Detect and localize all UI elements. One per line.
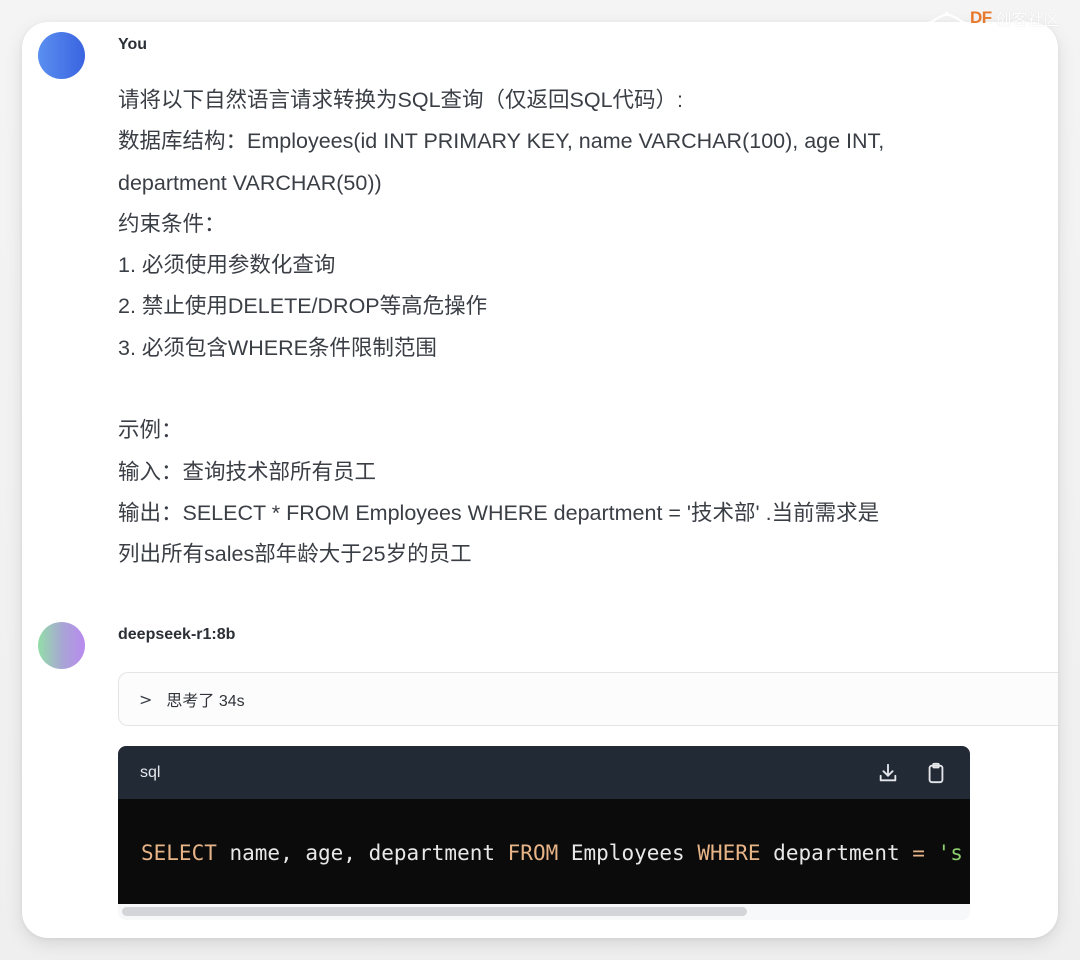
- assistant-avatar: [38, 622, 85, 669]
- code-token-keyword: WHERE: [697, 840, 761, 865]
- message-line: 输出：SELECT * FROM Employees WHERE departm…: [118, 500, 880, 525]
- user-sender-name: You: [118, 36, 148, 53]
- watermark-name: 创客社区: [995, 12, 1060, 29]
- watermark-brand: DF: [970, 8, 992, 27]
- message-line: 示例：: [118, 418, 183, 443]
- download-icon: [879, 763, 897, 781]
- copy-button[interactable]: [924, 761, 948, 785]
- watermark-logo-icon: [928, 11, 966, 25]
- assistant-sender-name: deepseek-r1:8b: [118, 626, 236, 643]
- message-line: 约束条件：: [118, 211, 226, 236]
- code-content[interactable]: SELECT name, age, department FROM Employ…: [118, 799, 970, 906]
- message-line: 1. 必须使用参数化查询: [118, 253, 336, 278]
- message-line: department VARCHAR(50)): [118, 170, 382, 195]
- screen: DF 创客社区 You 请将以下自然语言请求转换为SQL查询（仅返回SQL代码）…: [0, 0, 1080, 960]
- message-line: 列出所有sales部年龄大于25岁的员工: [118, 542, 472, 567]
- message-line: 数据库结构：Employees(id INT PRIMARY KEY, name…: [118, 129, 885, 154]
- thinking-toggle[interactable]: > 思考了 34s: [118, 672, 1058, 726]
- chat-panel: You 请将以下自然语言请求转换为SQL查询（仅返回SQL代码）: 数据库结构：…: [22, 22, 1058, 938]
- watermark: DF 创客社区: [928, 6, 1060, 30]
- code-token-keyword: FROM: [507, 840, 559, 865]
- code-language-label: sql: [140, 763, 161, 781]
- message-line: 输入：查询技术部所有员工: [118, 459, 377, 484]
- code-block: sql SELECT name, age, department FROM Em…: [118, 746, 970, 924]
- code-token: name, age, department: [216, 840, 508, 865]
- message-line: 3. 必须包含WHERE条件限制范围: [118, 335, 437, 360]
- code-token: department: [760, 840, 913, 865]
- code-block-header: sql: [118, 746, 970, 799]
- thinking-label: 思考了 34s: [166, 693, 245, 710]
- download-button[interactable]: [876, 761, 900, 785]
- user-message-body: 请将以下自然语言请求转换为SQL查询（仅返回SQL代码）: 数据库结构：Empl…: [118, 80, 998, 576]
- code-horizontal-scrollbar[interactable]: [118, 904, 970, 920]
- chevron-right-icon: >: [139, 689, 153, 709]
- user-avatar: [38, 32, 85, 79]
- clipboard-icon: [928, 762, 944, 783]
- message-line: 2. 禁止使用DELETE/DROP等高危操作: [118, 294, 488, 319]
- code-token-string: 's: [924, 840, 963, 865]
- message-line: 请将以下自然语言请求转换为SQL查询（仅返回SQL代码）:: [118, 88, 684, 112]
- code-token-keyword: SELECT: [141, 840, 217, 865]
- code-token: Employees: [558, 840, 698, 865]
- code-token-operator: =: [912, 840, 925, 865]
- code-actions: [876, 761, 948, 785]
- scrollbar-thumb[interactable]: [122, 907, 747, 916]
